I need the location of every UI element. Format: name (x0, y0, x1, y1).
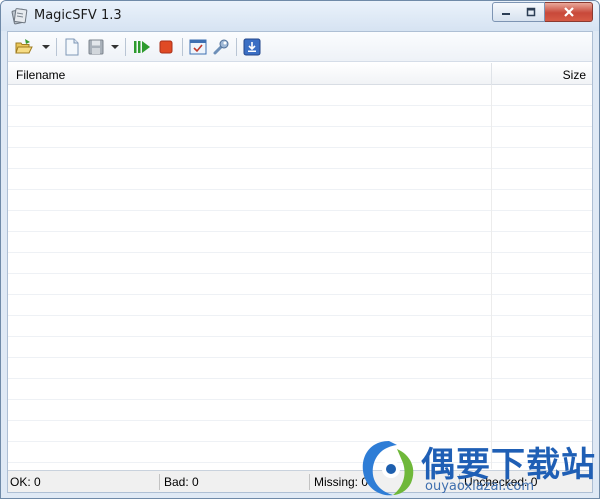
start-check-icon (134, 41, 150, 53)
column-header-filename[interactable]: Filename (16, 68, 65, 82)
close-icon (563, 7, 574, 17)
start-button[interactable] (132, 37, 152, 57)
options-icon (189, 39, 207, 55)
tools-icon (213, 39, 229, 55)
save-dropdown-arrow[interactable] (111, 45, 119, 49)
close-button[interactable] (545, 2, 593, 22)
update-button[interactable] (242, 37, 262, 57)
file-list[interactable] (8, 85, 592, 469)
watermark-url: ouyaoxiazai.com (425, 479, 534, 494)
save-button[interactable] (86, 37, 106, 57)
open-folder-icon (15, 39, 33, 54)
status-bad: Bad: 0 (162, 474, 310, 490)
app-icon (11, 8, 28, 25)
column-grid-line (491, 85, 492, 469)
watermark-logo-icon (362, 441, 414, 496)
minimize-button[interactable] (492, 2, 519, 22)
column-divider[interactable] (491, 63, 492, 85)
new-button[interactable] (62, 37, 82, 57)
column-header-size[interactable]: Size (563, 68, 586, 82)
title-bar[interactable]: MagicSFV 1.3 (1, 1, 599, 31)
toolbar (8, 32, 592, 62)
toolbar-separator (236, 38, 237, 56)
app-window: MagicSFV 1.3 Filename Size OK: 0 Bad: 0 … (0, 0, 600, 499)
options-button[interactable] (188, 37, 208, 57)
toolbar-separator (56, 38, 57, 56)
stop-button[interactable] (156, 37, 176, 57)
save-icon (88, 39, 104, 55)
maximize-icon (526, 7, 536, 17)
open-button[interactable] (14, 37, 34, 57)
file-list-header: Filename Size (8, 63, 592, 85)
window-title: MagicSFV 1.3 (34, 8, 122, 23)
toolbar-separator (125, 38, 126, 56)
tools-button[interactable] (211, 37, 231, 57)
stop-icon (159, 40, 173, 54)
client-area: Filename Size OK: 0 Bad: 0 Missing: 0 Un… (7, 31, 593, 493)
open-dropdown-arrow[interactable] (42, 45, 50, 49)
toolbar-separator (182, 38, 183, 56)
new-file-icon (65, 38, 79, 56)
site-watermark: 偶要下载站 ouyaoxiazai.com (357, 435, 597, 498)
maximize-button[interactable] (518, 2, 545, 22)
status-ok: OK: 0 (8, 474, 160, 490)
update-icon (243, 38, 261, 56)
minimize-icon (501, 13, 510, 15)
